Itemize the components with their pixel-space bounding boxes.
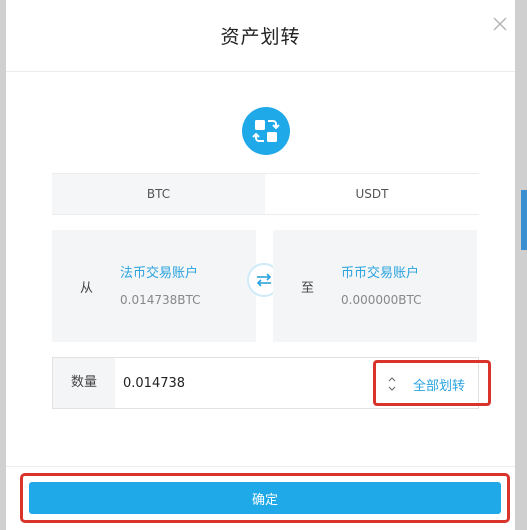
stepper-icon <box>388 377 396 391</box>
tab-usdt[interactable]: USDT <box>265 174 479 214</box>
footer-divider <box>6 466 515 467</box>
modal-title: 资产划转 <box>220 26 301 48</box>
amount-input[interactable] <box>115 358 365 408</box>
tab-btc[interactable]: BTC <box>52 174 265 214</box>
to-account-panel: 至 币币交易账户 0.000000BTC <box>273 230 477 342</box>
to-label: 至 <box>301 281 315 296</box>
transfer-all-link[interactable]: 全部划转 <box>413 375 465 394</box>
amount-stepper[interactable] <box>387 375 397 393</box>
to-account-select[interactable]: 币币交易账户 <box>341 262 419 281</box>
from-account-select[interactable]: 法币交易账户 <box>120 262 198 281</box>
swap-arrows-icon <box>256 273 272 287</box>
backdrop-stripe <box>521 190 527 250</box>
amount-label: 数量 <box>53 358 115 408</box>
close-icon <box>493 17 507 31</box>
confirm-highlight: 确定 <box>20 473 510 523</box>
from-label: 从 <box>80 281 94 296</box>
transfer-badge <box>242 107 290 155</box>
to-account-balance: 0.000000BTC <box>341 293 422 307</box>
amount-row: 数量 全部划转 <box>52 357 491 409</box>
from-account-panel: 从 法币交易账户 0.014738BTC <box>52 230 256 342</box>
backdrop-right <box>515 0 527 530</box>
currency-tabs: BTC USDT <box>52 173 479 215</box>
close-button[interactable] <box>490 14 510 34</box>
asset-transfer-modal: 资产划转 BTC USDT 从 法币交易账户 0.014738BTC 至 币币交… <box>6 0 515 530</box>
modal-header: 资产划转 <box>6 0 515 72</box>
from-account-balance: 0.014738BTC <box>120 293 201 307</box>
transfer-icon <box>252 120 280 142</box>
confirm-button[interactable]: 确定 <box>29 482 501 514</box>
